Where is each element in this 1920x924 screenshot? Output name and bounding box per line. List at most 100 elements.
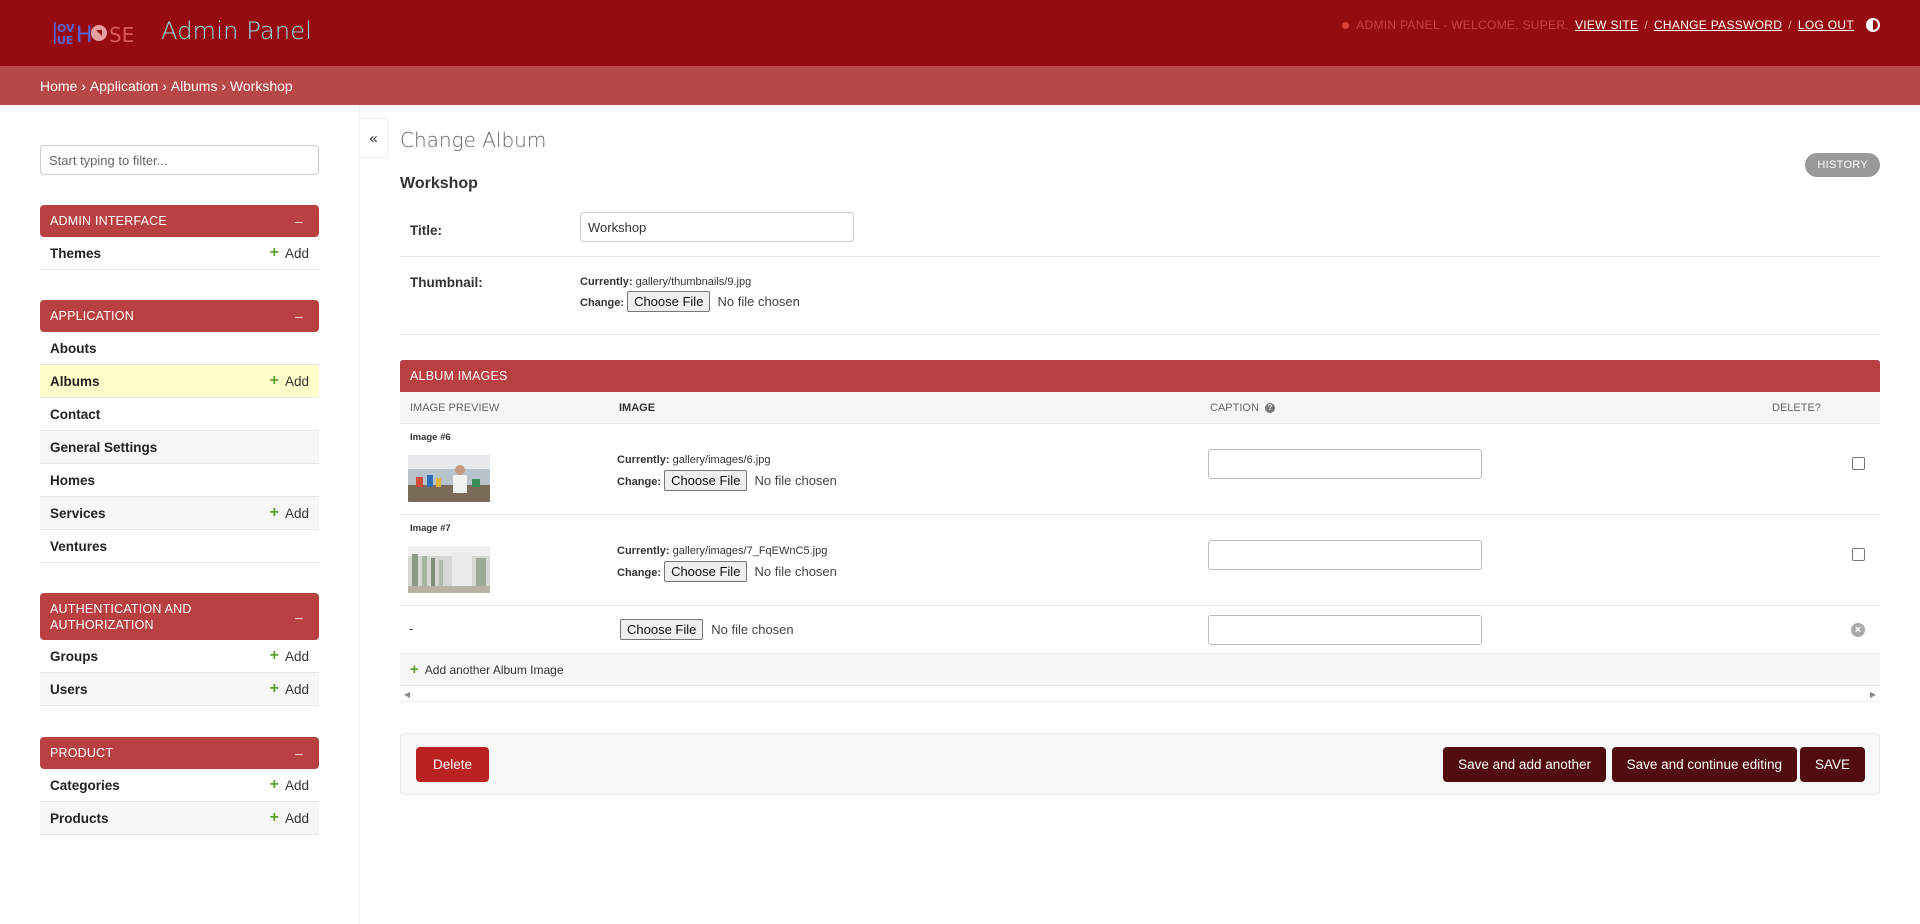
sidebar-item-label[interactable]: Products: [50, 811, 109, 826]
delete-button[interactable]: Delete: [416, 747, 490, 782]
image-current: Currently: gallery/images/6.jpg: [617, 454, 770, 466]
sidebar-item-label[interactable]: Ventures: [50, 539, 107, 554]
sidebar-item-label[interactable]: Themes: [50, 246, 101, 261]
save-button[interactable]: SAVE: [1799, 747, 1865, 782]
sidebar-item-abouts[interactable]: Abouts: [40, 332, 319, 365]
plus-icon: +: [269, 647, 279, 664]
add-label[interactable]: Add: [285, 649, 309, 664]
empty-preview: -: [409, 621, 414, 636]
sidebar-item-categories[interactable]: Categories + Add: [40, 769, 319, 802]
add-label[interactable]: Add: [285, 374, 309, 389]
sidebar-item-themes[interactable]: Themes + Add: [40, 237, 319, 270]
no-file-text: No file chosen: [711, 622, 794, 637]
caption-input[interactable]: [1208, 540, 1482, 570]
save-and-add-another-button[interactable]: Save and add another: [1443, 747, 1606, 782]
title-input[interactable]: [580, 212, 854, 242]
sidebar-item-homes[interactable]: Homes: [40, 464, 319, 497]
column-caption: CAPTION?: [1210, 402, 1275, 414]
add-label[interactable]: Add: [285, 246, 309, 261]
image-preview[interactable]: [408, 546, 490, 593]
collapse-icon[interactable]: –: [295, 745, 309, 761]
sidebar-item-albums[interactable]: Albums + Add: [40, 365, 319, 398]
sidebar-item-label[interactable]: Contact: [50, 407, 100, 422]
no-file-text: No file chosen: [717, 294, 800, 309]
nav-filter-input[interactable]: [40, 145, 319, 175]
image-path-link[interactable]: gallery/images/7_FqEWnC5.jpg: [673, 545, 828, 557]
caption-input[interactable]: [1208, 449, 1482, 479]
choose-file-button[interactable]: Choose File: [664, 470, 748, 491]
add-label[interactable]: Add: [285, 778, 309, 793]
sidebar-item-products[interactable]: Products + Add: [40, 802, 319, 835]
sidebar-item-services[interactable]: Services + Add: [40, 497, 319, 530]
add-categories-link[interactable]: + Add: [270, 777, 309, 793]
add-label[interactable]: Add: [285, 811, 309, 826]
module-header[interactable]: PRODUCT –: [40, 737, 319, 769]
sidebar-item-general-settings[interactable]: General Settings: [40, 431, 319, 464]
add-another-link[interactable]: Add another Album Image: [425, 663, 564, 677]
collapse-icon[interactable]: –: [295, 609, 309, 625]
toggle-sidebar-button[interactable]: «: [360, 118, 388, 158]
add-another-row[interactable]: + Add another Album Image: [400, 654, 1880, 686]
history-button[interactable]: HISTORY: [1805, 153, 1880, 177]
delete-checkbox[interactable]: [1852, 548, 1865, 561]
caption-input[interactable]: [1208, 615, 1482, 645]
sidebar-item-ventures[interactable]: Ventures: [40, 530, 319, 563]
no-file-text: No file chosen: [754, 473, 837, 488]
save-and-continue-button[interactable]: Save and continue editing: [1611, 747, 1797, 782]
choose-file-button[interactable]: Choose File: [620, 619, 704, 640]
module-header[interactable]: APPLICATION –: [40, 300, 319, 332]
choose-file-button[interactable]: Choose File: [627, 291, 711, 312]
horizontal-scrollbar[interactable]: ◀ ▶: [400, 686, 1880, 702]
add-label[interactable]: Add: [285, 506, 309, 521]
module-header[interactable]: AUTHENTICATION AND AUTHORIZATION –: [40, 593, 319, 640]
sidebar-item-users[interactable]: Users + Add: [40, 673, 319, 706]
image-path-link[interactable]: gallery/images/6.jpg: [673, 454, 771, 466]
sidebar-item-label[interactable]: Services: [50, 506, 106, 521]
plus-icon: +: [269, 680, 279, 697]
view-site-link[interactable]: VIEW SITE: [1575, 18, 1638, 32]
welcome-text: ADMIN PANEL - WELCOME, SUPER.: [1356, 18, 1569, 32]
sidebar-item-label[interactable]: Groups: [50, 649, 98, 664]
remove-row-icon[interactable]: ×: [1851, 623, 1865, 637]
image-preview[interactable]: [408, 455, 490, 502]
inline-column-headers: IMAGE PREVIEW IMAGE CAPTION? DELETE?: [400, 392, 1880, 424]
breadcrumb-application[interactable]: Application: [90, 78, 159, 94]
inline-title: ALBUM IMAGES: [400, 360, 1880, 392]
add-label[interactable]: Add: [285, 682, 309, 697]
scroll-right-icon[interactable]: ▶: [1870, 690, 1876, 699]
add-users-link[interactable]: + Add: [270, 681, 309, 697]
thumbnail-path-link[interactable]: gallery/thumbnails/9.jpg: [636, 276, 752, 288]
help-icon[interactable]: ?: [1264, 403, 1275, 414]
module-title: ADMIN INTERFACE: [50, 214, 167, 228]
sidebar-item-label[interactable]: Users: [50, 682, 88, 697]
change-password-link[interactable]: CHANGE PASSWORD: [1654, 18, 1782, 32]
site-title[interactable]: Admin Panel: [161, 17, 312, 45]
module-header[interactable]: ADMIN INTERFACE –: [40, 205, 319, 237]
choose-file-button[interactable]: Choose File: [664, 561, 748, 582]
sidebar-item-label[interactable]: Homes: [50, 473, 95, 488]
sidebar-item-label[interactable]: Categories: [50, 778, 120, 793]
sidebar-item-contact[interactable]: Contact: [40, 398, 319, 431]
breadcrumb-home[interactable]: Home: [40, 78, 77, 94]
sidebar-item-groups[interactable]: Groups + Add: [40, 640, 319, 673]
add-products-link[interactable]: + Add: [270, 810, 309, 826]
sidebar-item-label[interactable]: Abouts: [50, 341, 97, 356]
site-logo[interactable]: OV UE H SE: [52, 20, 140, 48]
scroll-left-icon[interactable]: ◀: [404, 690, 410, 699]
currently-label: Currently:: [617, 545, 670, 557]
breadcrumb-albums[interactable]: Albums: [171, 78, 218, 94]
log-out-link[interactable]: LOG OUT: [1798, 18, 1854, 32]
sidebar-item-label[interactable]: General Settings: [50, 440, 157, 455]
delete-checkbox[interactable]: [1852, 457, 1865, 470]
plus-icon: +: [269, 244, 279, 261]
add-themes-link[interactable]: + Add: [270, 245, 309, 261]
add-services-link[interactable]: + Add: [270, 505, 309, 521]
collapse-icon[interactable]: –: [295, 213, 309, 229]
collapse-icon[interactable]: –: [295, 308, 309, 324]
theme-toggle-icon[interactable]: [1866, 18, 1880, 32]
thumbnail-current: Currently: gallery/thumbnails/9.jpg: [580, 276, 751, 288]
add-albums-link[interactable]: + Add: [270, 373, 309, 389]
sidebar-item-label[interactable]: Albums: [50, 374, 100, 389]
object-title: Workshop: [400, 175, 478, 192]
add-groups-link[interactable]: + Add: [270, 648, 309, 664]
